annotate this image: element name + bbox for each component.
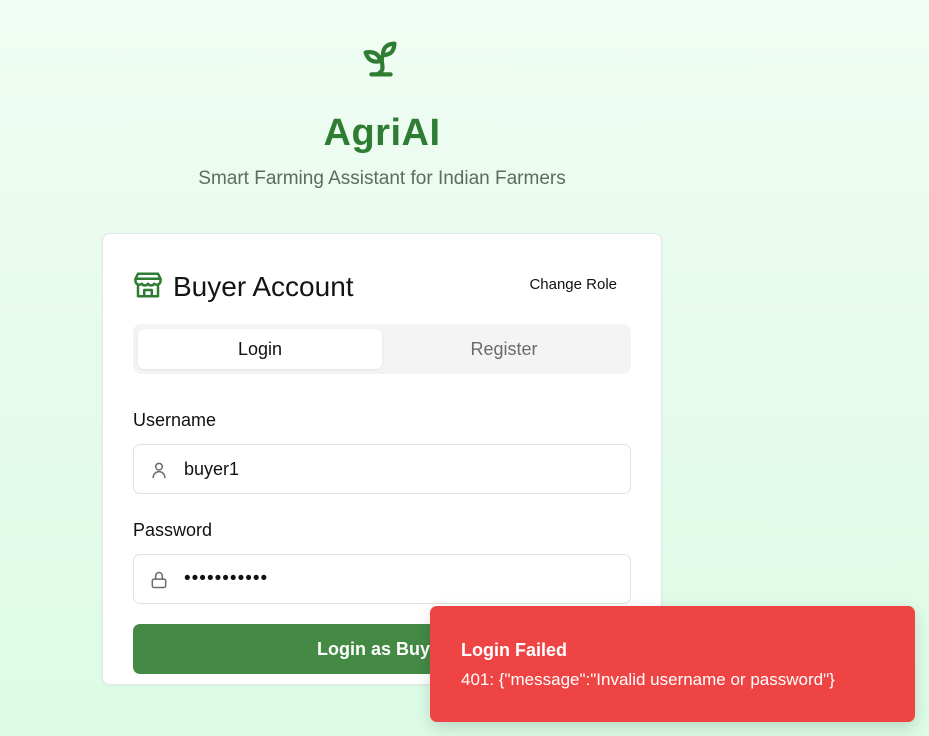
user-icon (152, 462, 166, 479)
username-value: buyer1 (184, 459, 240, 479)
sprout-icon (363, 41, 397, 77)
card-title: Buyer Account (173, 271, 354, 302)
toast-message: 401: {"message":"Invalid username or pas… (461, 670, 835, 689)
error-toast[interactable]: Login Failed 401: {"message":"Invalid us… (430, 606, 915, 722)
password-field[interactable]: ••••••••••• (133, 554, 631, 604)
auth-tabs: Login Register (133, 324, 631, 374)
password-value: ••••••••••• (184, 568, 269, 589)
store-icon (134, 272, 162, 298)
app-title: AgriAI (323, 112, 441, 154)
username-field[interactable]: buyer1 (133, 444, 631, 494)
lock-icon (151, 571, 167, 589)
change-role-button[interactable]: Change Role (529, 272, 617, 298)
username-label: Username (133, 410, 217, 430)
tab-login[interactable]: Login (138, 329, 382, 369)
toast-title: Login Failed (461, 640, 567, 660)
card-header: Buyer Account Change Role (133, 270, 631, 304)
tab-register[interactable]: Register (382, 329, 626, 369)
app-subtitle: Smart Farming Assistant for Indian Farme… (198, 168, 566, 189)
password-label: Password (133, 520, 213, 540)
